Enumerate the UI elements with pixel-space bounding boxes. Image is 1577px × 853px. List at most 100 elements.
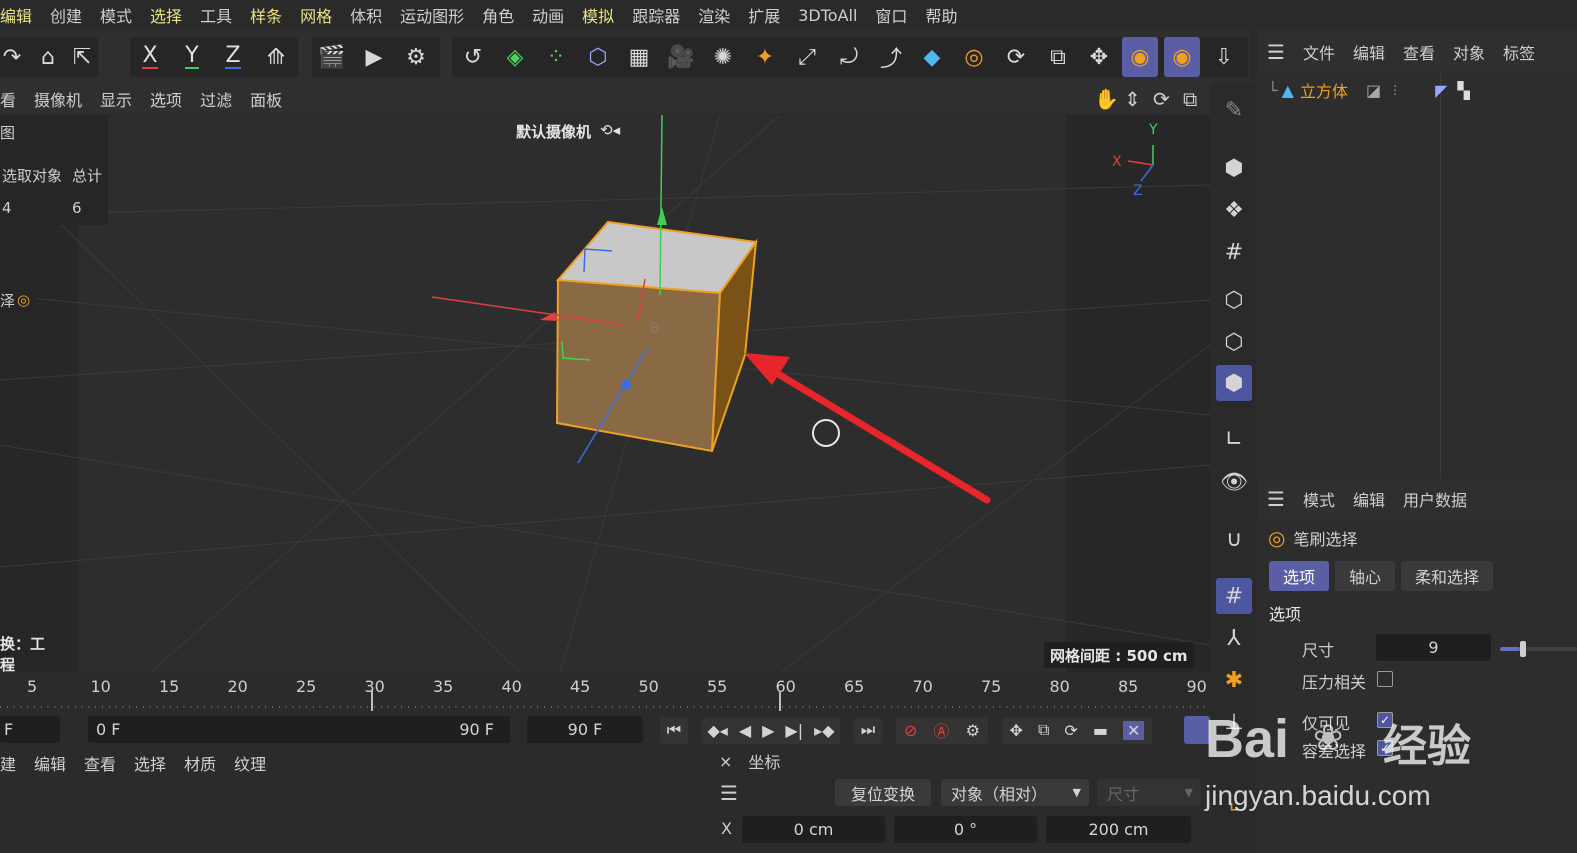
autokey-icon[interactable]: Ⓐ — [934, 718, 950, 742]
material-tag-icon[interactable]: ▚ — [1457, 81, 1469, 100]
hamburger-icon[interactable]: ☰ — [1258, 40, 1294, 64]
maximize-view-icon[interactable]: ⧉ — [1183, 87, 1197, 111]
render-settings-icon[interactable]: ⚙ — [398, 37, 434, 77]
3d-viewport[interactable]: 默认摄像机 ⟲◂ B Y X Z 网格间距 : 500 cm — [0, 115, 1210, 673]
move-tool-icon[interactable]: ✥ — [1081, 37, 1117, 77]
menu-3dtoall[interactable]: 3DToAll — [788, 6, 865, 25]
record-icon[interactable]: ⊘ — [904, 721, 917, 740]
select-mode-icon[interactable]: ◉ — [1122, 37, 1158, 77]
menu-extensions[interactable]: 扩展 — [738, 3, 788, 27]
axis-y-lock-button[interactable]: Y — [174, 37, 210, 77]
solo-view-icon[interactable]: 👁 — [1216, 464, 1252, 500]
key-pla-icon[interactable]: ✕ — [1123, 720, 1145, 740]
move-arrow-icon[interactable]: ⤴ — [873, 37, 909, 77]
menu-mograph[interactable]: 运动图形 — [390, 3, 472, 27]
object-row-cube[interactable]: └ ▲ 立方体 ◪ ⋮ ◤ ▚ — [1268, 77, 1470, 103]
key-param-icon[interactable]: ▬ — [1093, 721, 1108, 740]
camera-icon-glyph[interactable]: ⟲◂ — [600, 121, 620, 139]
go-to-start-icon[interactable]: ⏮ — [660, 716, 688, 744]
menu-mode[interactable]: 模式 — [90, 3, 140, 27]
polygons-mode-icon[interactable]: ⬢ — [1216, 365, 1252, 401]
visibility-dots-icon[interactable]: ⋮ — [1389, 83, 1401, 97]
tab-axis[interactable]: 轴心 — [1335, 561, 1395, 591]
axis-z-lock-button[interactable]: Z — [215, 37, 251, 77]
timeline-marker[interactable] — [371, 691, 373, 711]
deformer-icon[interactable]: ⬡ — [580, 37, 616, 77]
viewport-menu-display[interactable]: 显示 — [90, 87, 140, 111]
coord-mode-select[interactable]: 对象（相对） ▼ — [941, 779, 1089, 806]
coordinate-system-icon[interactable]: ⟰ — [258, 37, 294, 77]
tolerant-select-checkbox[interactable]: ✓ — [1377, 740, 1393, 756]
grid-icon[interactable]: ▦ — [621, 37, 657, 77]
attrmgr-menu-edit[interactable]: 编辑 — [1344, 487, 1394, 511]
tab-options[interactable]: 选项 — [1269, 561, 1329, 591]
size-x-field[interactable]: 200 cm — [1046, 816, 1191, 843]
camera-icon[interactable]: 🎥 — [663, 37, 699, 77]
matmgr-menu-edit[interactable]: 编辑 — [25, 751, 75, 775]
next-key-icon[interactable]: ▸◆ — [814, 721, 834, 740]
texture-mode-icon[interactable]: ❖ — [1216, 192, 1252, 228]
phong-tag-icon[interactable]: ◤ — [1435, 81, 1447, 100]
redo-icon[interactable]: ↷ — [0, 37, 30, 77]
matmgr-menu-create[interactable]: 建 — [0, 751, 25, 775]
tab-soft-selection[interactable]: 柔和选择 — [1401, 561, 1493, 591]
menu-edit[interactable]: 编辑 — [0, 3, 40, 27]
move-view-icon[interactable]: ⇕ — [1124, 87, 1141, 111]
go-to-end-icon[interactable]: ⏭ — [854, 716, 882, 744]
cube-primitive-icon[interactable]: ◆ — [914, 37, 950, 77]
end-frame-field[interactable]: 90 F — [527, 716, 643, 743]
key-position-icon[interactable]: ✥ — [1010, 721, 1023, 740]
live-select-icon[interactable]: ◎ — [956, 37, 992, 77]
menu-create[interactable]: 创建 — [40, 3, 90, 27]
matmgr-menu-texture[interactable]: 纹理 — [225, 751, 275, 775]
menu-tools[interactable]: 工具 — [190, 3, 240, 27]
start-frame-field[interactable]: F — [0, 716, 60, 743]
prev-key-icon[interactable]: ◆◂ — [707, 721, 727, 740]
scale-arrow-icon[interactable]: ⤢ — [789, 37, 825, 77]
workplane-lock-icon[interactable]: # — [1216, 578, 1252, 614]
key-rotate-icon[interactable]: ⟳ — [1064, 721, 1077, 740]
pressure-checkbox[interactable] — [1377, 671, 1393, 687]
menu-spline[interactable]: 样条 — [240, 3, 290, 27]
next-frame-icon[interactable]: ▶| — [785, 721, 803, 740]
edit-pen-icon[interactable]: ✎ — [1216, 92, 1252, 128]
pin-icon[interactable]: ⊥ — [1216, 704, 1252, 740]
position-x-field[interactable]: 0 cm — [742, 816, 885, 843]
magnet-snap-icon[interactable]: ∪ — [1216, 521, 1252, 557]
menu-render[interactable]: 渲染 — [688, 3, 738, 27]
viewport-menu-cameras[interactable]: 摄像机 — [24, 87, 90, 111]
workplane-icon[interactable]: # — [1216, 234, 1252, 270]
viewport-menu-filter[interactable]: 过滤 — [190, 87, 240, 111]
key-scale-icon[interactable]: ⧉ — [1038, 720, 1049, 740]
reset-transform-button[interactable]: 复位变换 — [835, 779, 931, 806]
external-link-icon[interactable]: ⇱ — [64, 37, 100, 77]
size-slider[interactable] — [1500, 641, 1577, 657]
hamburger-icon[interactable]: ☰ — [711, 781, 747, 805]
objmgr-menu-edit[interactable]: 编辑 — [1344, 40, 1394, 64]
visibility-edit-icon[interactable]: ◪ — [1366, 81, 1381, 100]
menu-window[interactable]: 窗口 — [865, 3, 915, 27]
viewport-menu-panel[interactable]: 面板 — [240, 87, 290, 111]
matmgr-menu-select[interactable]: 选择 — [125, 751, 175, 775]
menu-volume[interactable]: 体积 — [340, 3, 390, 27]
viewport-menu-view[interactable]: 看 — [0, 87, 24, 111]
attrmgr-menu-mode[interactable]: 模式 — [1294, 487, 1344, 511]
download-icon[interactable]: ⇩ — [1206, 37, 1242, 77]
menu-mesh[interactable]: 网格 — [290, 3, 340, 27]
timeline-mode-icon[interactable] — [1184, 716, 1210, 744]
menu-character[interactable]: 角色 — [472, 3, 522, 27]
frame-range-slider[interactable]: 0 F 90 F — [88, 716, 510, 743]
matmgr-menu-material[interactable]: 材质 — [175, 751, 225, 775]
model-mode-icon[interactable]: ⬢ — [1216, 150, 1252, 186]
menu-tracker[interactable]: 跟踪器 — [622, 3, 688, 27]
attrmgr-menu-userdata[interactable]: 用户数据 — [1394, 487, 1476, 511]
orbit-view-icon[interactable]: ⟳ — [1153, 87, 1170, 111]
size-input[interactable]: 9 — [1376, 634, 1491, 661]
brush-select-icon[interactable]: ◉ — [1164, 37, 1200, 77]
axis-mode-icon[interactable]: ∟ — [1216, 421, 1252, 457]
objmgr-menu-object[interactable]: 对象 — [1444, 40, 1494, 64]
objmgr-menu-file[interactable]: 文件 — [1294, 40, 1344, 64]
snowflake-icon[interactable]: ✱ — [1216, 662, 1252, 698]
key-settings-icon[interactable]: ⚙ — [966, 721, 980, 740]
axis-x-lock-button[interactable]: X — [132, 37, 168, 77]
